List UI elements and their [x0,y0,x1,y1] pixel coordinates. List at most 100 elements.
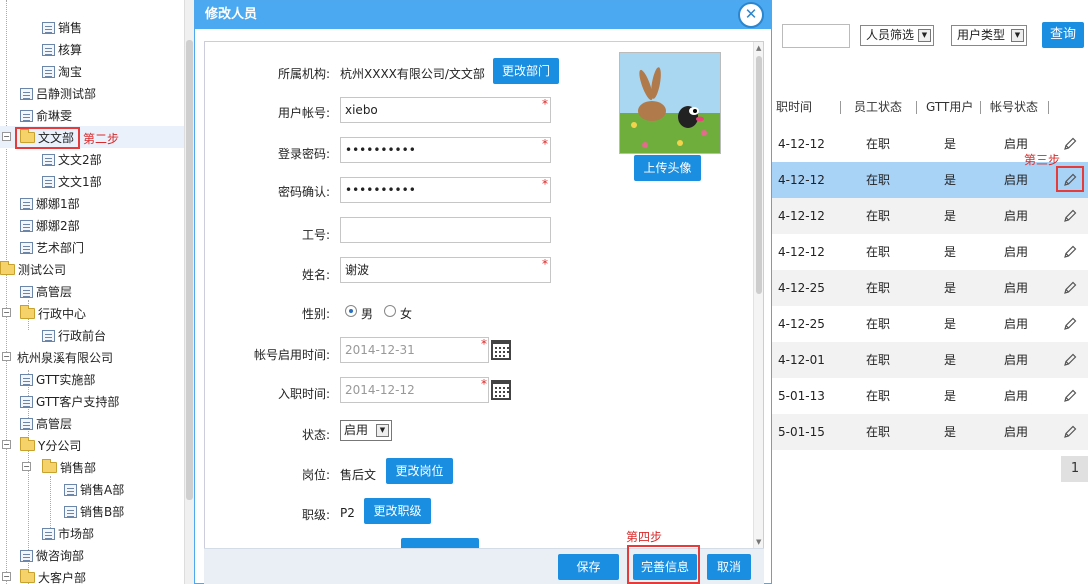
tree-node[interactable]: 销售B部 [64,500,124,522]
search-input[interactable] [782,24,850,48]
edit-pencil-icon[interactable] [1062,316,1078,332]
file-icon [42,21,55,34]
tree-node[interactable]: 微咨询部 [20,544,84,566]
file-icon [20,241,33,254]
account-input[interactable]: xiebo [340,97,551,123]
user-table-panel: 人员筛选 ▼ 用户类型 ▼ 查询 职时间 员工状态 GTT用户 帐号状态 4-12-… [772,0,1088,584]
tree-node[interactable]: − 销售部 [22,456,182,478]
edit-pencil-icon[interactable] [1062,388,1078,404]
tree-node[interactable]: − 杭州泉溪有限公司 [0,346,184,368]
tree-guide-line [6,0,7,584]
tree-node[interactable]: 市场部 [42,522,94,544]
table-row[interactable]: 4-12-25 在职 是 启用 [772,270,1088,306]
tree-node[interactable]: 俞琳雯 [20,104,72,126]
tree-node[interactable]: 销售 [42,16,82,38]
tree-node[interactable]: 测试公司 [0,258,66,280]
column-header: GTT用户 [926,100,974,114]
tree-node[interactable]: 艺术部门 [20,236,84,258]
name-input[interactable]: 谢波 [340,257,551,283]
collapse-toggle-icon[interactable]: − [2,132,11,141]
calendar-icon[interactable] [491,380,511,400]
collapse-toggle-icon[interactable]: − [2,308,11,317]
save-button[interactable]: 保存 [558,554,619,580]
table-row[interactable]: 4-12-12 在职 是 启用 [772,234,1088,270]
password-input[interactable]: •••••••••• [340,137,551,163]
collapse-toggle-icon[interactable]: − [22,462,31,471]
table-row[interactable]: 4-12-01 在职 是 启用 [772,342,1088,378]
tree-node[interactable]: 高管层 [20,412,72,434]
collapse-toggle-icon[interactable]: − [2,572,11,581]
edit-pencil-icon[interactable] [1062,136,1078,152]
chevron-down-icon: ▼ [918,29,931,42]
tree-node[interactable]: 核算 [42,38,82,60]
join-time-label: 入职时间: [277,387,330,401]
tree-node[interactable]: 销售A部 [64,478,124,500]
cancel-button[interactable]: 取消 [707,554,751,580]
collapse-toggle-icon[interactable]: − [2,440,11,449]
tree-node[interactable]: − 大客户部 [0,566,184,584]
tree-node[interactable]: 高管层 [20,280,72,302]
file-icon [42,527,55,540]
step4-label: 第四步 [626,530,663,544]
upload-avatar-button[interactable]: 上传头像 [634,155,701,181]
file-icon [20,109,33,122]
edit-pencil-icon[interactable] [1062,280,1078,296]
calendar-icon[interactable] [491,340,511,360]
edit-pencil-icon[interactable] [1062,352,1078,368]
query-button[interactable]: 查询 [1042,22,1084,48]
job-number-label: 工号: [301,228,330,242]
table-row[interactable]: 4-12-12 在职 是 启用 [772,198,1088,234]
confirm-password-label: 密码确认: [277,185,330,199]
avatar [619,52,721,154]
table-row[interactable]: 4-12-25 在职 是 启用 [772,306,1088,342]
change-rank-button[interactable]: 更改职级 [364,498,431,524]
person-filter-select[interactable]: 人员筛选 ▼ [860,25,934,46]
confirm-password-input[interactable]: •••••••••• [340,177,551,203]
change-dept-button[interactable]: 更改部门 [493,58,559,84]
tree-node[interactable]: 行政前台 [42,324,106,346]
tree-node[interactable]: GTT客户支持部 [20,390,119,412]
file-icon [20,549,33,562]
org-value: 杭州XXXX有限公司/文文部 [340,67,485,81]
form-scrollbar[interactable]: ▲ ▼ [753,42,763,550]
tree-node[interactable]: 娜娜1部 [20,192,80,214]
step3-label: 第三步 [1024,153,1061,167]
edit-pencil-icon[interactable] [1062,244,1078,260]
tree-node[interactable]: 文文1部 [42,170,102,192]
table-row[interactable]: 5-01-15 在职 是 启用 [772,414,1088,450]
collapse-toggle-icon[interactable]: − [2,352,11,361]
tree-node[interactable]: − 行政中心 [0,302,184,324]
file-icon [42,329,55,342]
close-icon[interactable]: ✕ [738,2,764,28]
tree-node[interactable]: 文文2部 [42,148,102,170]
gender-female-label: 女 [400,307,413,321]
tree-node[interactable]: − Y分公司 [0,434,184,456]
job-number-input[interactable] [340,217,551,243]
gender-male-radio[interactable] [345,305,357,317]
scrollbar-thumb[interactable] [186,40,193,500]
tree-node[interactable]: 娜娜2部 [20,214,80,236]
table-row[interactable]: 5-01-13 在职 是 启用 [772,378,1088,414]
scrollbar-thumb[interactable] [756,56,762,294]
status-select[interactable]: 启用 ▼ [340,420,392,441]
tree-node[interactable]: 吕静测试部 [20,82,96,104]
folder-icon [0,261,15,275]
tree-node[interactable]: 淘宝 [42,60,82,82]
file-icon [20,197,33,210]
scroll-down-icon[interactable]: ▼ [756,538,761,546]
account-enable-date-input[interactable]: 2014-12-31 [340,337,489,363]
edit-pencil-icon[interactable] [1062,424,1078,440]
tree-node[interactable]: GTT实施部 [20,368,95,390]
gender-female-radio[interactable] [384,305,396,317]
file-icon [20,395,33,408]
edit-pencil-icon[interactable] [1062,208,1078,224]
scroll-up-icon[interactable]: ▲ [756,44,761,52]
rank-label: 职级: [301,508,330,522]
file-icon [20,373,33,386]
column-separator [840,101,841,114]
change-post-button[interactable]: 更改岗位 [386,458,453,484]
user-type-select[interactable]: 用户类型 ▼ [951,25,1027,46]
join-date-input[interactable]: 2014-12-12 [340,377,489,403]
page-number-button[interactable]: 1 [1061,456,1088,482]
tree-scrollbar[interactable] [184,0,194,584]
